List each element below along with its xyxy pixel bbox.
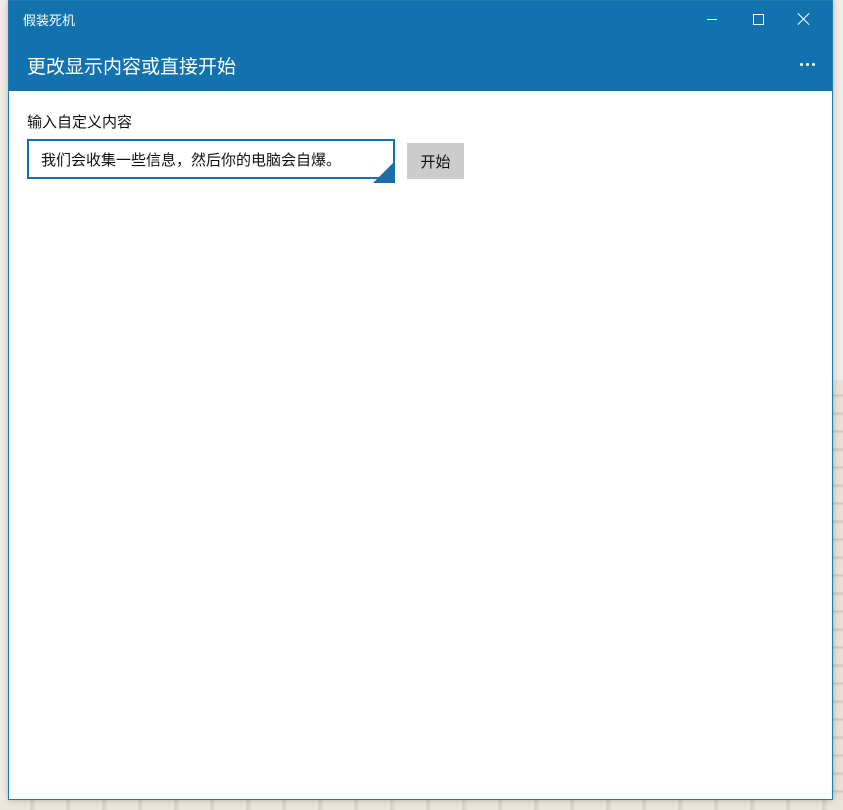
ellipsis-icon xyxy=(805,62,809,66)
page-title: 更改显示内容或直接开始 xyxy=(27,56,237,78)
ellipsis-icon xyxy=(811,62,815,66)
close-button[interactable] xyxy=(781,1,827,37)
page-header: 更改显示内容或直接开始 xyxy=(9,37,832,91)
desktop-wallpaper-bottom xyxy=(0,800,843,810)
desktop-wallpaper-edge xyxy=(833,380,843,810)
more-options-button[interactable] xyxy=(787,49,827,79)
maximize-icon xyxy=(752,13,764,25)
custom-content-label: 输入自定义内容 xyxy=(27,113,133,131)
minimize-icon xyxy=(707,18,717,20)
ellipsis-icon xyxy=(799,62,803,66)
window-title: 假装死机 xyxy=(23,14,76,29)
custom-content-input[interactable] xyxy=(27,139,395,179)
main-content: 输入自定义内容 开始 xyxy=(9,91,832,799)
app-window: 假装死机 更改显示内容或直接开始 输入自定义内容 开始 xyxy=(8,0,833,800)
close-icon xyxy=(798,13,810,25)
title-bar[interactable]: 假装死机 xyxy=(9,1,832,37)
maximize-button[interactable] xyxy=(735,1,781,37)
text-selection-handle-icon[interactable] xyxy=(373,161,395,183)
start-button[interactable]: 开始 xyxy=(407,143,464,179)
minimize-button[interactable] xyxy=(689,1,735,37)
